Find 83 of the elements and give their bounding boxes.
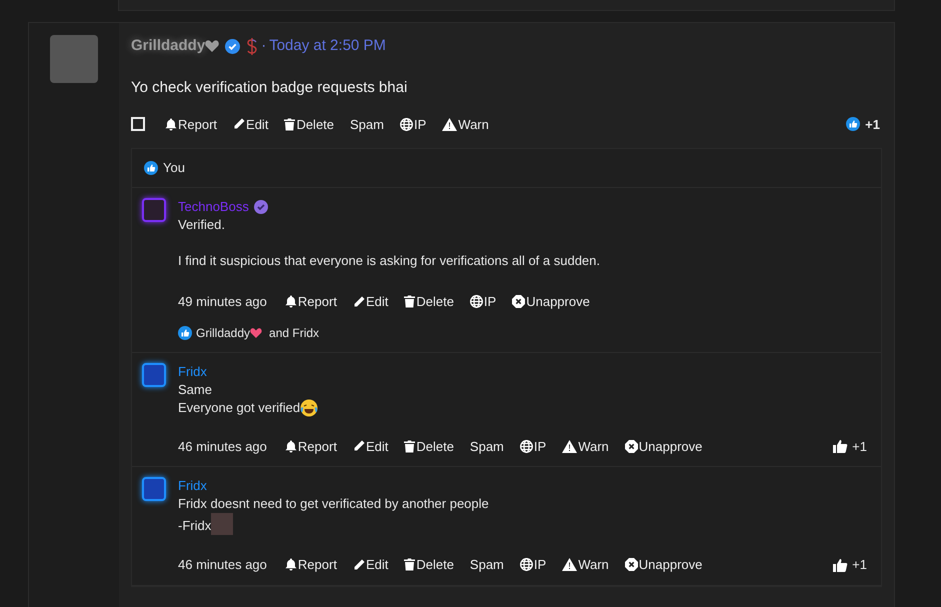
separator-dot: · — [261, 36, 266, 56]
edit-link[interactable]: Edit — [352, 555, 388, 574]
comment-text: Verified. — [178, 216, 225, 234]
trash-icon — [404, 558, 416, 572]
avatar-photo-placeholder — [142, 198, 166, 222]
edit-link[interactable]: Edit — [233, 114, 268, 134]
report-link[interactable]: Report — [284, 555, 337, 574]
thumbs-up-icon — [833, 558, 848, 572]
thumbs-up-icon — [833, 439, 848, 454]
comment-time: 46 minutes ago — [178, 556, 267, 574]
comment-text: Same — [178, 380, 212, 398]
x-octagon-icon — [512, 295, 526, 308]
avatar-photo-placeholder — [142, 477, 166, 501]
ip-link[interactable]: IP — [520, 436, 546, 456]
warning-icon — [562, 558, 578, 572]
report-link[interactable]: Report — [284, 292, 337, 312]
pencil-icon — [352, 440, 365, 452]
bell-icon — [165, 118, 177, 131]
thumbs-up-badge-icon — [144, 161, 158, 175]
spam-link[interactable]: Spam — [350, 114, 384, 134]
ip-link[interactable]: IP — [400, 114, 426, 134]
delete-link[interactable]: Delete — [404, 292, 454, 312]
dollar-sign-icon — [246, 38, 258, 54]
pencil-icon — [352, 296, 365, 308]
trash-icon — [404, 440, 416, 453]
comment-text: -Fridx — [178, 517, 212, 535]
globe-icon — [520, 440, 533, 453]
report-link[interactable]: Report — [284, 436, 337, 456]
ip-link[interactable]: IP — [520, 555, 546, 574]
delete-link[interactable]: Delete — [404, 436, 454, 456]
edit-link[interactable]: Edit — [352, 292, 388, 312]
avatar-photo-placeholder — [50, 35, 98, 83]
trash-icon — [284, 118, 296, 131]
warn-link[interactable]: Warn — [442, 114, 489, 134]
x-octagon-icon — [624, 440, 638, 453]
post-text: Yo check verification badge requests bhai — [131, 78, 408, 98]
edit-link[interactable]: Edit — [352, 436, 388, 456]
unapprove-link[interactable]: Unapprove — [624, 555, 702, 574]
spam-link[interactable]: Spam — [470, 555, 504, 574]
unapprove-link[interactable]: Unapprove — [624, 436, 702, 456]
pencil-icon — [233, 118, 246, 130]
unapprove-link[interactable]: Unapprove — [512, 292, 590, 312]
warn-link[interactable]: Warn — [562, 555, 609, 574]
warning-icon — [442, 118, 458, 131]
post-time-link[interactable]: Today at 2:50 PM — [269, 34, 386, 58]
x-octagon-icon — [624, 558, 638, 572]
liker-name: Grilldaddy — [196, 324, 250, 342]
warn-link[interactable]: Warn — [562, 436, 609, 456]
bell-icon — [284, 440, 297, 453]
username-link[interactable]: Fridx — [178, 362, 207, 382]
pencil-icon — [352, 558, 365, 571]
spam-link[interactable]: Spam — [470, 436, 504, 456]
reaction-count: +1 — [865, 116, 880, 134]
username-link[interactable]: Fridx — [178, 476, 207, 496]
trash-icon — [404, 295, 416, 308]
delete-link[interactable]: Delete — [284, 114, 334, 134]
photo-placeholder — [211, 513, 234, 535]
liker-names: and Fridx — [269, 324, 320, 342]
ip-link[interactable]: IP — [470, 292, 496, 312]
comment-time: 46 minutes ago — [178, 438, 267, 456]
comment-text: Everyone got verified — [178, 398, 300, 416]
laughing-emoji-icon — [300, 398, 318, 416]
globe-icon — [400, 118, 413, 131]
bell-icon — [284, 295, 297, 308]
comment-text: I find it suspicious that everyone is asking for verifications all of a sudden. — [178, 252, 600, 270]
username-link[interactable]: Grilldaddy — [131, 34, 206, 58]
reactions-summary: You — [163, 159, 185, 178]
delete-link[interactable]: Delete — [404, 555, 454, 574]
thumbs-up-badge-icon — [178, 326, 192, 340]
globe-icon — [520, 558, 533, 572]
warning-icon — [562, 440, 578, 453]
avatar-photo-placeholder — [142, 362, 166, 386]
thumbs-up-badge-icon — [846, 117, 860, 132]
select-checkbox[interactable] — [131, 117, 145, 132]
comment-text: Fridx doesnt need to get verificated by another people — [178, 495, 489, 513]
heart-icon — [250, 328, 262, 338]
report-link[interactable]: Report — [165, 114, 218, 134]
bell-icon — [284, 558, 297, 572]
comment-time: 49 minutes ago — [178, 293, 267, 311]
globe-icon — [470, 295, 483, 308]
heart-icon — [205, 40, 220, 52]
like-count: +1 — [852, 438, 867, 456]
like-count: +1 — [852, 556, 867, 574]
